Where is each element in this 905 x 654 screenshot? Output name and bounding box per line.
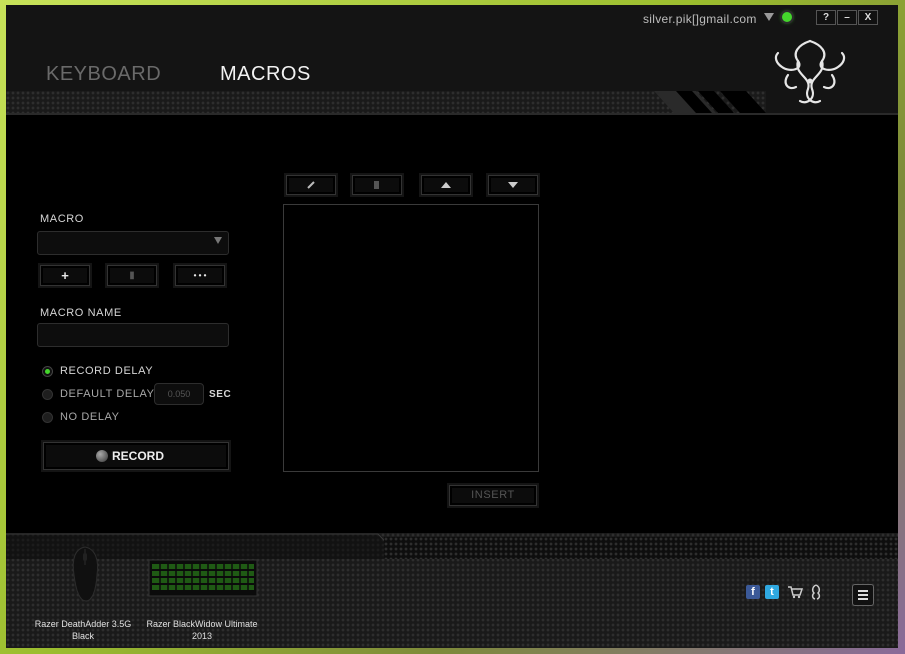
device-subname-mouse: Black — [71, 631, 94, 641]
device-name-keyboard: Razer BlackWidow Ultimate — [146, 619, 258, 629]
macro-name-input[interactable] — [37, 323, 229, 347]
chevron-down-icon — [214, 237, 222, 244]
record-delay-radio[interactable] — [42, 366, 53, 377]
close-button[interactable]: X — [858, 10, 878, 25]
keyboard-icon — [148, 559, 258, 597]
record-icon — [96, 450, 108, 462]
move-down-button[interactable] — [488, 175, 538, 195]
macro-label: MACRO — [40, 213, 84, 225]
tab-strip — [6, 91, 766, 113]
menu-button[interactable] — [852, 584, 874, 606]
account-dropdown-icon[interactable] — [764, 13, 774, 21]
record-button[interactable]: RECORD — [43, 442, 229, 470]
device-bar-stripe — [384, 537, 898, 559]
account-email[interactable]: silver.pik[]gmail.com — [643, 12, 757, 26]
twitter-icon[interactable]: t — [765, 585, 779, 599]
record-label: RECORD — [112, 449, 165, 463]
device-label-keyboard[interactable]: Razer BlackWidow Ultimate 2013 — [142, 618, 262, 642]
tab-keyboard[interactable]: KEYBOARD — [46, 63, 161, 86]
default-delay-radio[interactable] — [42, 389, 53, 400]
delete-macro-button[interactable]: ▮ — [107, 265, 157, 286]
pencil-icon — [307, 181, 315, 189]
macro-events-list[interactable] — [283, 204, 539, 472]
arrow-up-icon — [441, 182, 451, 188]
macro-name-label: MACRO NAME — [40, 307, 122, 319]
window-frame: silver.pik[]gmail.com ? – X KEYBOARD MAC… — [0, 0, 905, 654]
arrow-down-icon — [508, 182, 518, 188]
mouse-device[interactable] — [66, 545, 104, 610]
tab-divider — [6, 113, 898, 115]
cart-icon[interactable] — [787, 585, 804, 604]
device-name-mouse: Razer DeathAdder 3.5G — [34, 619, 132, 629]
trash-icon — [374, 181, 379, 189]
edit-button[interactable] — [286, 175, 336, 195]
insert-button[interactable]: INSERT — [449, 485, 537, 506]
no-delay-label[interactable]: NO DELAY — [60, 411, 120, 423]
device-label-mouse[interactable]: Razer DeathAdder 3.5G Black — [28, 618, 138, 642]
help-button[interactable]: ? — [816, 10, 836, 25]
more-options-button[interactable]: • • • — [175, 265, 225, 286]
add-macro-button[interactable]: + — [40, 265, 90, 286]
tab-macros[interactable]: MACROS — [220, 63, 311, 86]
delete-entry-button[interactable] — [352, 175, 402, 195]
no-delay-radio[interactable] — [42, 412, 53, 423]
delay-unit-label: SEC — [209, 389, 232, 400]
razer-icon[interactable] — [808, 583, 824, 606]
device-subname-keyboard: 2013 — [191, 631, 213, 641]
hamburger-icon — [858, 590, 868, 600]
online-status-icon — [782, 12, 792, 22]
default-delay-input[interactable]: 0.050 — [154, 383, 204, 405]
razer-logo-icon — [774, 39, 846, 104]
move-up-button[interactable] — [421, 175, 471, 195]
macro-select[interactable] — [37, 231, 229, 255]
facebook-icon[interactable]: f — [746, 585, 760, 599]
minimize-button[interactable]: – — [837, 10, 857, 25]
mouse-icon — [72, 546, 99, 602]
default-delay-label[interactable]: DEFAULT DELAY — [60, 388, 155, 400]
record-delay-label[interactable]: RECORD DELAY — [60, 365, 153, 377]
razer-synapse-window: silver.pik[]gmail.com ? – X KEYBOARD MAC… — [6, 5, 898, 648]
keyboard-device[interactable] — [148, 556, 260, 605]
